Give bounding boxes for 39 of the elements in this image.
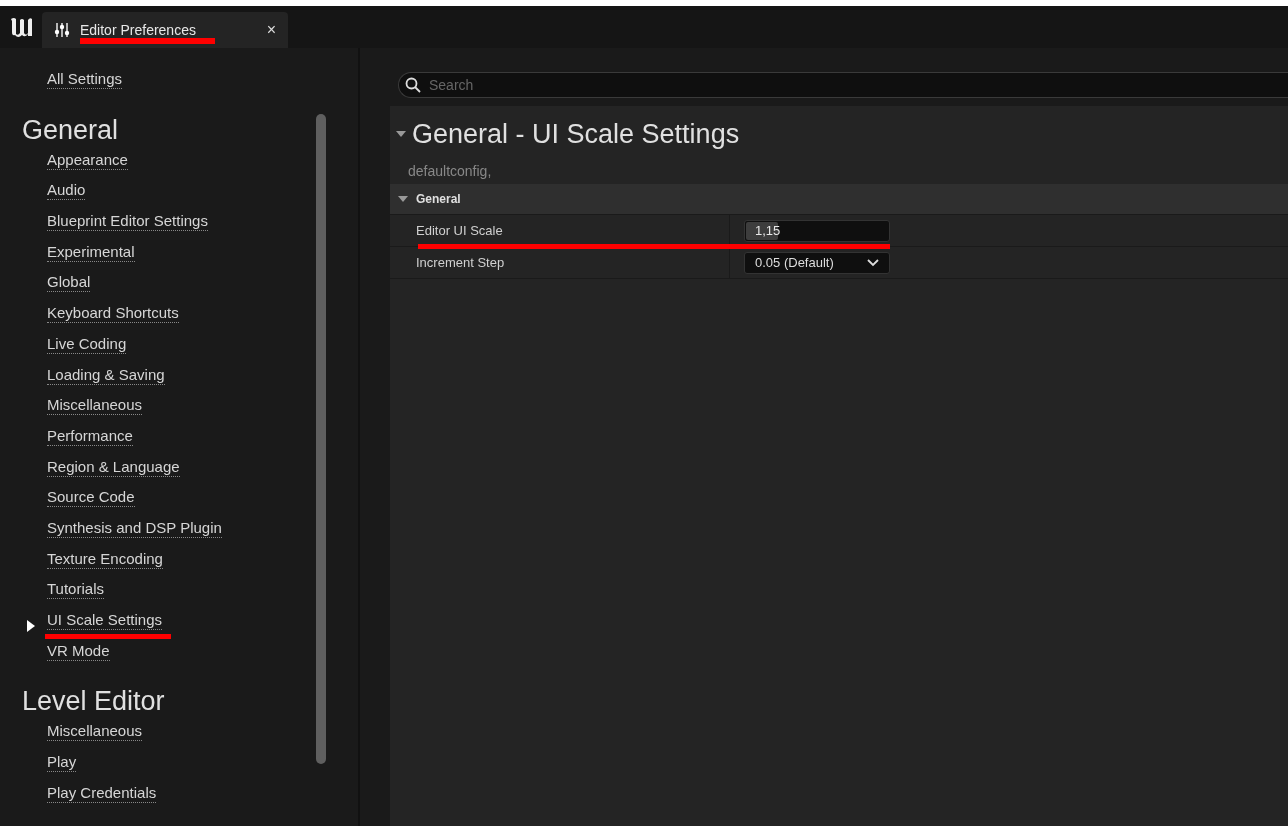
sidebar-link[interactable]: Region & Language <box>47 457 180 477</box>
sidebar-link[interactable]: Loading & Saving <box>47 365 165 385</box>
property-label: Increment Step <box>416 255 505 270</box>
sidebar-link[interactable]: Miscellaneous <box>47 722 143 742</box>
sidebar-link[interactable]: Tutorials <box>47 580 104 600</box>
chevron-down-icon <box>867 258 879 267</box>
expand-triangle-icon[interactable] <box>396 130 406 138</box>
sidebar-link[interactable]: Play Credentials <box>47 783 157 803</box>
sidebar-link[interactable]: Appearance <box>47 150 128 170</box>
sidebar-link[interactable]: UI Scale Settings <box>47 611 163 630</box>
section-heading: General <box>22 113 119 147</box>
section-heading: Level Editor <box>22 685 165 719</box>
sidebar-link[interactable]: Performance <box>47 426 133 446</box>
sidebar-link[interactable]: Texture Encoding <box>47 549 163 569</box>
sidebar-link[interactable]: VR Mode <box>47 641 110 661</box>
category-label: General <box>416 192 461 206</box>
details-title: General - UI Scale Settings <box>412 118 740 150</box>
sidebar-link[interactable]: Synthesis and DSP Plugin <box>47 518 222 538</box>
config-text: defaultconfig, <box>407 162 493 181</box>
search-icon <box>405 77 421 93</box>
sliders-icon <box>54 22 70 38</box>
expand-triangle-icon[interactable] <box>398 195 408 203</box>
sidebar-link[interactable]: Blueprint Editor Settings <box>47 212 208 232</box>
all-settings-link[interactable]: All Settings <box>47 70 123 89</box>
sidebar-link[interactable]: Audio <box>47 181 86 201</box>
sidebar-link[interactable]: Live Coding <box>47 334 127 354</box>
sidebar-link[interactable]: Play <box>47 753 77 773</box>
sidebar-link[interactable]: Global <box>47 273 91 293</box>
search-field[interactable]: Search <box>398 72 1288 98</box>
number-slider-field[interactable]: 1,15 <box>744 219 890 242</box>
editor-preferences-tab[interactable]: Editor Preferences × <box>42 12 288 48</box>
sidebar-link[interactable]: Keyboard Shortcuts <box>47 304 179 324</box>
dropdown[interactable]: 0.05 (Default) <box>744 251 890 274</box>
sidebar-link[interactable]: Source Code <box>47 488 135 508</box>
sidebar-link[interactable]: Miscellaneous <box>47 396 143 416</box>
property-label: Editor UI Scale <box>416 223 503 238</box>
sidebar-link[interactable]: Experimental <box>47 242 135 262</box>
close-button[interactable]: × <box>266 21 276 39</box>
scrollbar[interactable] <box>316 114 326 764</box>
